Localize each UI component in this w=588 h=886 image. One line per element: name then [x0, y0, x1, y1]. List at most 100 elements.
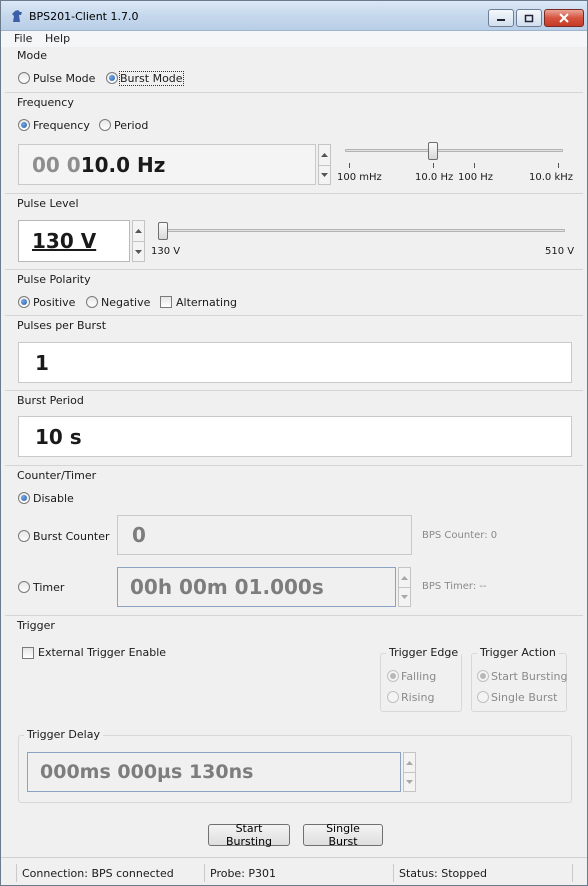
burst-period-label: Burst Period [17, 394, 84, 407]
frequency-spinner[interactable] [318, 144, 331, 185]
trigger-delay-title: Trigger Delay [24, 728, 103, 741]
close-button[interactable] [544, 9, 584, 27]
pulse-level-max-label: 510 V [545, 246, 575, 257]
pulse-level-label: Pulse Level [17, 197, 79, 210]
arrow-down-icon [321, 173, 328, 177]
tick-mark [474, 163, 475, 168]
maximize-button[interactable] [516, 9, 542, 27]
pulse-polarity-label: Pulse Polarity [17, 273, 91, 286]
negative-label[interactable]: Negative [101, 296, 150, 309]
probe-status: Probe: P301 [204, 864, 391, 882]
minimize-icon [497, 19, 505, 21]
burst-period-input[interactable]: 10 s [18, 416, 572, 457]
bps-timer-status: BPS Timer: -- [422, 581, 487, 592]
timer-spinner [398, 567, 411, 607]
pulse-level-spinner[interactable] [132, 220, 145, 262]
frequency-tick-label: 10.0 Hz [415, 172, 454, 183]
arrow-up-icon [401, 575, 408, 580]
trigger-delay-value: 000ms 000µs 130ns [40, 761, 254, 783]
burst-counter-label[interactable]: Burst Counter [33, 530, 110, 543]
burst-mode-radio[interactable] [106, 72, 118, 84]
trigger-action-title: Trigger Action [477, 646, 559, 659]
separator [5, 465, 583, 466]
frequency-option-label[interactable]: Frequency [33, 119, 90, 132]
minimize-button[interactable] [488, 9, 514, 27]
alternating-label[interactable]: Alternating [176, 296, 237, 309]
separator [5, 269, 583, 270]
falling-radio [387, 670, 399, 682]
app-window: BPS201-Client 1.7.0 File Help Mode Pulse… [0, 0, 588, 886]
frequency-input[interactable]: 00 0 10.0 Hz [18, 144, 316, 185]
pulse-level-spin-up[interactable] [133, 221, 144, 241]
burst-counter-value: 0 [132, 523, 146, 547]
window-title: BPS201-Client 1.7.0 [29, 10, 139, 23]
trigger-edge-title: Trigger Edge [386, 646, 462, 659]
positive-label[interactable]: Positive [33, 296, 75, 309]
title-bar[interactable]: BPS201-Client 1.7.0 [1, 1, 587, 31]
frequency-tick-label: 10.0 kHz [529, 172, 574, 183]
frequency-value-main: 10.0 Hz [80, 152, 166, 177]
burst-mode-label[interactable]: Burst Mode [119, 71, 184, 86]
trigger-delay-field: 000ms 000µs 130ns [27, 752, 401, 792]
pulse-mode-label[interactable]: Pulse Mode [33, 72, 95, 85]
rising-radio [387, 691, 399, 703]
run-status: Status: Stopped [393, 864, 573, 882]
tick-mark [558, 163, 559, 168]
external-trigger-label[interactable]: External Trigger Enable [38, 646, 166, 659]
close-icon [559, 13, 569, 23]
burst-counter-field: 0 [117, 515, 412, 555]
pulse-mode-radio[interactable] [18, 72, 30, 84]
disable-label[interactable]: Disable [33, 492, 74, 505]
trigger-delay-spin-up [404, 753, 415, 772]
positive-radio[interactable] [18, 296, 30, 308]
frequency-slider-track[interactable] [345, 149, 563, 152]
trigger-delay-spin-down [404, 772, 415, 791]
tick-mark [433, 163, 434, 168]
separator [5, 615, 583, 616]
frequency-radio[interactable] [18, 119, 30, 131]
pulse-level-slider-track[interactable] [161, 229, 565, 232]
pulses-per-burst-label: Pulses per Burst [17, 319, 107, 332]
disable-radio[interactable] [18, 492, 30, 504]
menu-file[interactable]: File [14, 32, 32, 45]
single-burst-button[interactable]: Single Burst [303, 822, 383, 848]
pulse-level-slider-thumb[interactable] [158, 222, 168, 240]
arrow-down-icon [135, 249, 142, 254]
alternating-checkbox[interactable] [160, 296, 172, 308]
burst-counter-radio[interactable] [18, 530, 30, 542]
pulse-level-spin-down[interactable] [133, 241, 144, 261]
pulse-level-min-label: 130 V [151, 246, 181, 257]
negative-radio[interactable] [86, 296, 98, 308]
maximize-icon [524, 14, 534, 22]
arrow-down-icon [406, 780, 413, 784]
menu-help[interactable]: Help [45, 32, 70, 45]
timer-spin-up [399, 568, 410, 587]
start-bursting-radio [477, 670, 489, 682]
frequency-value-prefix: 00 0 [32, 152, 81, 177]
frequency-spin-up[interactable] [319, 145, 330, 164]
separator [5, 92, 583, 93]
external-trigger-checkbox[interactable] [22, 647, 34, 659]
counter-timer-label: Counter/Timer [17, 469, 97, 482]
timer-radio[interactable] [18, 581, 30, 593]
menu-bar: File Help [1, 31, 587, 47]
period-option-label[interactable]: Period [114, 119, 148, 132]
timer-label[interactable]: Timer [33, 581, 64, 594]
start-bursting-button[interactable]: Start Bursting [208, 822, 290, 848]
pulses-per-burst-value: 1 [35, 350, 49, 375]
arrow-up-icon [135, 229, 142, 233]
single-burst-label: Single Burst [491, 691, 558, 704]
timer-value: 00h 00m 01.000s [130, 575, 324, 599]
frequency-tick-label: 100 mHz [337, 172, 382, 183]
pulse-level-input[interactable]: 130 V [18, 220, 130, 262]
period-radio[interactable] [99, 119, 111, 131]
frequency-spin-down[interactable] [319, 165, 330, 184]
connection-status: Connection: BPS connected [16, 864, 204, 882]
trigger-label: Trigger [17, 619, 55, 632]
status-bar: Connection: BPS connected Probe: P301 St… [1, 857, 587, 885]
pulses-per-burst-input[interactable]: 1 [18, 342, 572, 383]
arrow-up-icon [406, 760, 413, 765]
frequency-slider-thumb[interactable] [428, 142, 439, 160]
start-bursting-label: Start Bursting [491, 670, 568, 683]
separator [5, 315, 583, 316]
